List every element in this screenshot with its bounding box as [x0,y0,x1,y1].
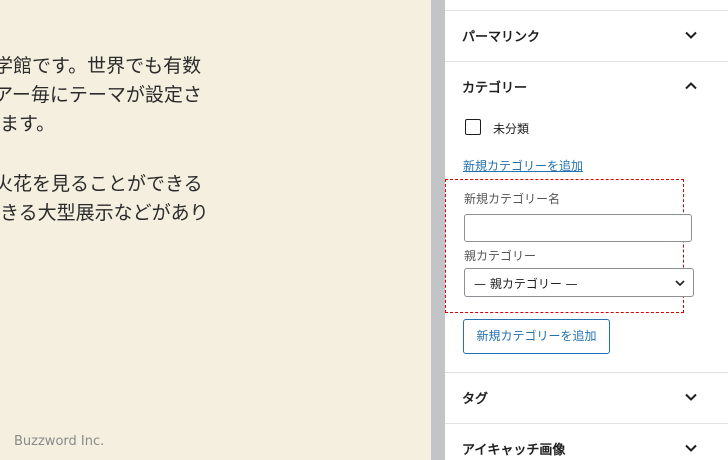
panel-categories-toggle[interactable]: カテゴリー [445,62,728,112]
paragraph-line: 学館です。世界でも有数 [0,55,202,77]
panel-tags-toggle[interactable]: タグ [445,372,728,424]
chevron-up-icon [685,82,697,90]
editor-paragraph[interactable]: 学館です。世界でも有数 アー毎にテーマが設定さ ます。 [0,52,202,139]
parent-category-label: 親カテゴリー [464,249,537,263]
chevron-down-icon [685,31,697,39]
select-value: — 親カテゴリー — [474,277,578,291]
scrollbar-gutter[interactable] [431,0,445,460]
parent-category-select[interactable]: — 親カテゴリー — [464,268,694,297]
category-label: 未分類 [493,122,530,136]
chevron-down-icon [675,280,685,287]
add-category-link[interactable]: 新規カテゴリーを追加 [463,157,583,174]
category-checkbox[interactable] [465,119,481,135]
paragraph-line: きる大型展示などがあり [0,202,209,224]
new-category-name-label: 新規カテゴリー名 [464,192,561,206]
settings-sidebar: パーマリンク カテゴリー 未分類 新規カテゴリーを追加 新規カテゴリー名 親カテ… [445,0,728,460]
paragraph-line: アー毎にテーマが設定さ [0,84,202,106]
chevron-down-icon [685,393,697,401]
panel-featured-image-toggle[interactable]: アイキャッチ画像 [445,423,728,460]
panel-title: パーマリンク [462,30,541,45]
panel-title: カテゴリー [462,81,528,96]
chevron-down-icon [685,444,697,452]
new-category-name-input[interactable] [464,214,692,242]
editor-paragraph[interactable]: 火花を見ることができる きる大型展示などがあり [0,170,209,228]
add-new-category-button[interactable]: 新規カテゴリーを追加 [463,319,610,354]
paragraph-line: ます。 [0,113,56,135]
panel-title: アイキャッチ画像 [462,443,566,458]
panel-title: タグ [462,392,489,407]
paragraph-line: 火花を見ることができる [0,173,203,195]
editor-canvas[interactable]: 学館です。世界でも有数 アー毎にテーマが設定さ ます。 火花を見ることができる … [0,0,431,460]
brand-watermark: Buzzword Inc. [14,434,105,449]
panel-permalink-toggle[interactable]: パーマリンク [445,11,728,62]
